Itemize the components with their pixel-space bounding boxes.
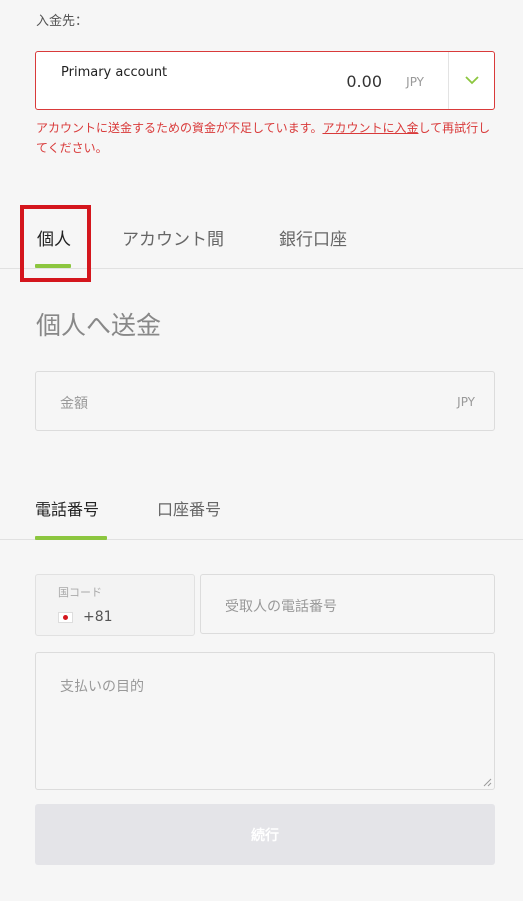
phone-placeholder: 受取人の電話番号 (225, 599, 337, 615)
tab-bank-account[interactable]: 銀行口座 (279, 225, 347, 250)
account-name: Primary account (61, 65, 168, 80)
amount-input[interactable]: 金額 JPY (35, 371, 495, 431)
page-title: 個人へ送金 (36, 311, 162, 340)
purpose-placeholder: 支払いの目的 (60, 679, 144, 695)
country-code-select[interactable]: 国コード +81 (35, 574, 195, 636)
tab-between-accounts[interactable]: アカウント間 (122, 225, 224, 250)
tab-phone-number[interactable]: 電話番号 (35, 496, 99, 520)
amount-placeholder: 金額 (60, 396, 88, 412)
insufficient-funds-error: アカウントに送金するための資金が不足しています。アカウントに入金して再試行してく… (36, 118, 496, 158)
highlight-box (20, 205, 91, 282)
japan-flag-icon (58, 611, 73, 623)
resize-handle-icon[interactable] (483, 778, 492, 787)
continue-button[interactable]: 続行 (35, 804, 495, 865)
send-money-page: 入金先： Primary account 0.00 JPY アカウントに送金する… (0, 0, 523, 901)
recipient-phone-input[interactable]: 受取人の電話番号 (200, 574, 495, 634)
country-code-text: +81 (83, 609, 113, 625)
country-code-value: +81 (58, 609, 113, 625)
payment-purpose-textarea[interactable]: 支払いの目的 (35, 652, 495, 790)
deposit-link[interactable]: アカウントに入金 (322, 121, 418, 135)
recipient-method-tabs: 電話番号 口座番号 (0, 480, 523, 540)
country-code-label: 国コード (58, 586, 102, 599)
account-balance: 0.00 (346, 72, 382, 91)
amount-currency: JPY (457, 395, 475, 409)
chevron-down-icon[interactable] (449, 52, 495, 109)
deposit-destination-label: 入金先： (36, 14, 89, 29)
active-subtab-indicator (35, 536, 107, 540)
account-currency: JPY (406, 75, 424, 89)
account-select[interactable]: Primary account 0.00 JPY (35, 51, 495, 110)
error-text-start: アカウントに送金するための資金が不足しています。 (36, 121, 323, 135)
tab-account-number[interactable]: 口座番号 (157, 496, 221, 520)
